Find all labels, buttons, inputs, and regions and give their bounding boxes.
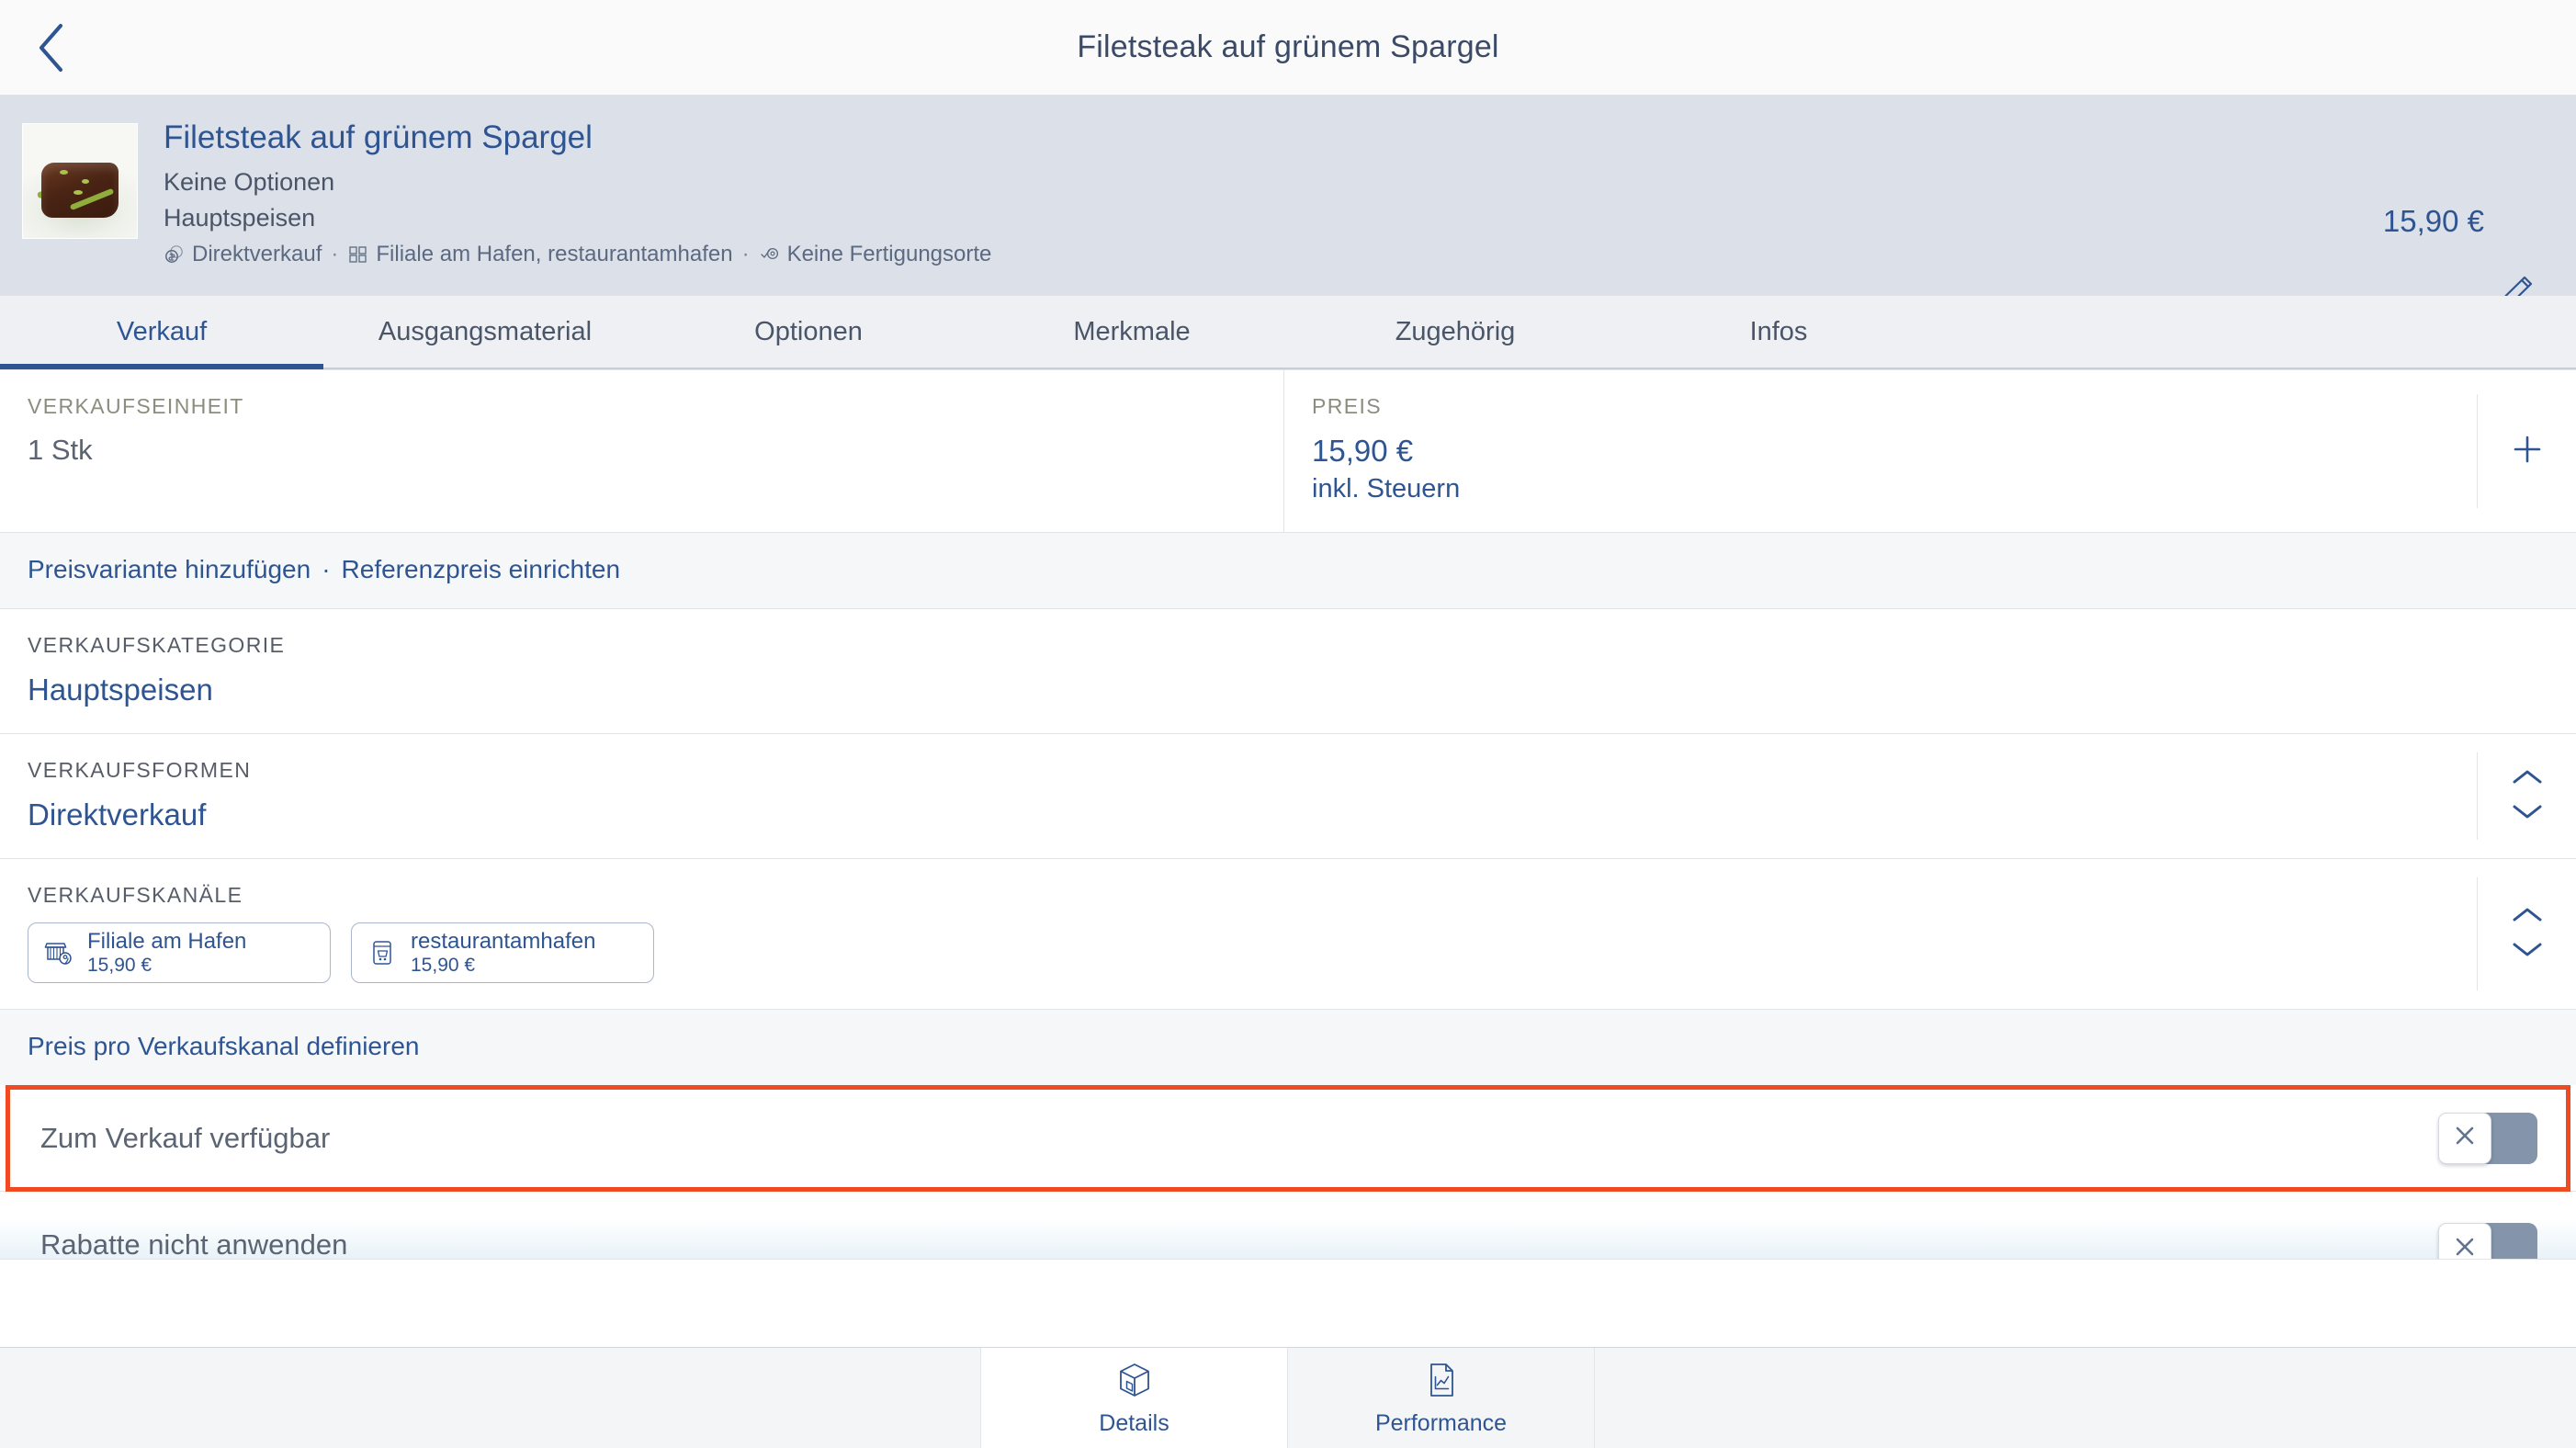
product-options: Keine Optionen — [164, 167, 335, 196]
close-x-icon — [2451, 1122, 2479, 1154]
product-meta-line: Direktverkauf · Filiale am Hafen, restau… — [164, 242, 991, 267]
tab-infos[interactable]: Infos — [1617, 296, 1940, 368]
channel-price: 15,90 € — [87, 954, 153, 976]
toggle-row-available-for-sale[interactable]: Zum Verkauf verfügbar — [0, 1085, 2576, 1192]
channels-icon — [347, 243, 369, 266]
price-value: 15,90 € — [1312, 434, 1414, 468]
page-title: Filetsteak auf grünem Spargel — [1077, 29, 1499, 64]
switch-knob — [2438, 1223, 2491, 1260]
toggle-label: Rabatte nicht anwenden — [40, 1228, 348, 1260]
thumbnail-herb — [73, 189, 83, 195]
box-3d-icon — [1114, 1360, 1155, 1405]
sales-channel-chips: Filiale am Hafen 15,90 € restaurantamhaf… — [28, 922, 2449, 983]
chevron-up-icon[interactable] — [2511, 906, 2544, 929]
price-field[interactable]: PREIS 15,90 € inkl. Steuern — [1284, 370, 2576, 532]
meta-channels: Filiale am Hafen, restaurantamhafen — [376, 241, 733, 266]
sales-form-icon — [164, 243, 186, 266]
channel-name: restaurantamhafen — [411, 928, 596, 954]
channel-price-link-row: Preis pro Verkaufskanal definieren — [0, 1010, 2576, 1085]
channel-chip-filiale[interactable]: Filiale am Hafen 15,90 € — [28, 922, 331, 983]
add-price-button[interactable] — [2477, 394, 2576, 508]
switch-knob — [2438, 1112, 2491, 1164]
meta-production: Keine Fertigungsorte — [786, 241, 992, 266]
chevron-down-icon[interactable] — [2511, 940, 2544, 963]
document-chart-icon — [1421, 1360, 1462, 1405]
tab-label: Zugehörig — [1395, 316, 1516, 346]
tab-merkmale[interactable]: Merkmale — [970, 296, 1294, 368]
tab-zugehoerig[interactable]: Zugehörig — [1294, 296, 1617, 368]
product-price: 15,90 € — [2382, 204, 2484, 238]
bottom-tab-label: Details — [1099, 1409, 1169, 1436]
toggle-label: Zum Verkauf verfügbar — [40, 1121, 331, 1154]
sales-forms-stepper[interactable] — [2477, 752, 2576, 840]
section-tabs: Verkauf Ausgangsmaterial Optionen Merkma… — [0, 296, 2576, 369]
sales-category-block[interactable]: VERKAUFSKATEGORIE Hauptspeisen — [0, 608, 2576, 734]
bottom-tab-bar: Details Performance — [0, 1347, 2576, 1448]
chevron-down-icon[interactable] — [2511, 802, 2544, 825]
sales-unit-label: VERKAUFSEINHEIT — [28, 394, 244, 418]
meta-sales-form: Direktverkauf — [192, 241, 322, 266]
tab-label: Optionen — [754, 316, 863, 346]
availability-toggle-wrapper: Zum Verkauf verfügbar — [0, 1085, 2576, 1192]
sales-category-value: Hauptspeisen — [28, 673, 213, 707]
bottom-tab-performance[interactable]: Performance — [1288, 1348, 1595, 1448]
online-shop-icon — [367, 937, 398, 968]
close-x-icon — [2451, 1233, 2479, 1260]
available-for-sale-switch[interactable] — [2438, 1112, 2537, 1164]
store-location-icon — [43, 937, 74, 968]
product-header: Filetsteak auf grünem Spargel Keine Opti… — [0, 96, 2576, 309]
link-separator: · — [322, 555, 331, 583]
unit-price-card: VERKAUFSEINHEIT 1 Stk PREIS 15,90 € inkl… — [0, 369, 2576, 533]
sales-forms-label: VERKAUFSFORMEN — [28, 758, 252, 782]
tab-label: Infos — [1749, 316, 1808, 346]
product-thumbnail — [22, 123, 138, 239]
sales-channels-label: VERKAUFSKANÄLE — [28, 883, 243, 907]
tab-label: Ausgangsmaterial — [378, 316, 593, 346]
define-price-per-channel-link[interactable]: Preis pro Verkaufskanal definieren — [28, 1032, 419, 1060]
price-links-row: Preisvariante hinzufügen · Referenzpreis e… — [0, 533, 2576, 608]
toggle-row-no-discounts[interactable]: Rabatte nicht anwenden — [0, 1192, 2576, 1260]
tab-label: Verkauf — [116, 316, 208, 346]
price-tax-note: inkl. Steuern — [1312, 474, 1461, 503]
sales-channels-block[interactable]: VERKAUFSKANÄLE Filiale am Hafen 15,90 € … — [0, 859, 2576, 1010]
plus-icon — [2510, 432, 2545, 471]
channel-name: Filiale am Hafen — [87, 928, 247, 954]
thumbnail-herb — [59, 169, 68, 175]
bottom-tab-label: Performance — [1374, 1409, 1508, 1436]
reference-price-link[interactable]: Referenzpreis einrichten — [342, 555, 621, 583]
bottom-tab-details[interactable]: Details — [981, 1348, 1288, 1448]
production-site-icon — [759, 243, 781, 266]
top-navigation-bar: Filetsteak auf grünem Spargel — [0, 0, 2576, 96]
sales-channels-stepper[interactable] — [2477, 877, 2576, 990]
product-name: Filetsteak auf grünem Spargel — [164, 119, 593, 155]
sales-forms-block[interactable]: VERKAUFSFORMEN Direktverkauf — [0, 734, 2576, 859]
add-price-variant-link[interactable]: Preisvariante hinzufügen — [28, 555, 311, 583]
tab-label: Merkmale — [1073, 316, 1191, 346]
sales-category-label: VERKAUFSKATEGORIE — [28, 633, 286, 657]
meta-separator: · — [331, 241, 339, 266]
chevron-up-icon[interactable] — [2511, 768, 2544, 791]
price-label: PREIS — [1312, 394, 1383, 418]
tab-ausgangsmaterial[interactable]: Ausgangsmaterial — [323, 296, 647, 368]
meta-separator: · — [741, 241, 750, 266]
sales-unit-field[interactable]: VERKAUFSEINHEIT 1 Stk — [0, 370, 1284, 532]
channel-chip-restaurantamhafen[interactable]: restaurantamhafen 15,90 € — [351, 922, 654, 983]
tab-optionen[interactable]: Optionen — [647, 296, 970, 368]
sales-unit-value: 1 Stk — [28, 434, 93, 466]
thumbnail-herb — [82, 178, 90, 184]
channel-price: 15,90 € — [411, 954, 476, 976]
bottom-bar-spacer — [0, 1348, 981, 1448]
tab-verkauf[interactable]: Verkauf — [0, 296, 323, 369]
verkauf-panel: VERKAUFSEINHEIT 1 Stk PREIS 15,90 € inkl… — [0, 369, 2576, 1260]
no-discounts-switch[interactable] — [2438, 1223, 2537, 1260]
bottom-bar-fill — [1595, 1348, 2576, 1448]
product-category: Hauptspeisen — [164, 203, 316, 232]
product-info: Filetsteak auf grünem Spargel Keine Opti… — [164, 119, 991, 267]
sales-forms-value: Direktverkauf — [28, 798, 207, 831]
